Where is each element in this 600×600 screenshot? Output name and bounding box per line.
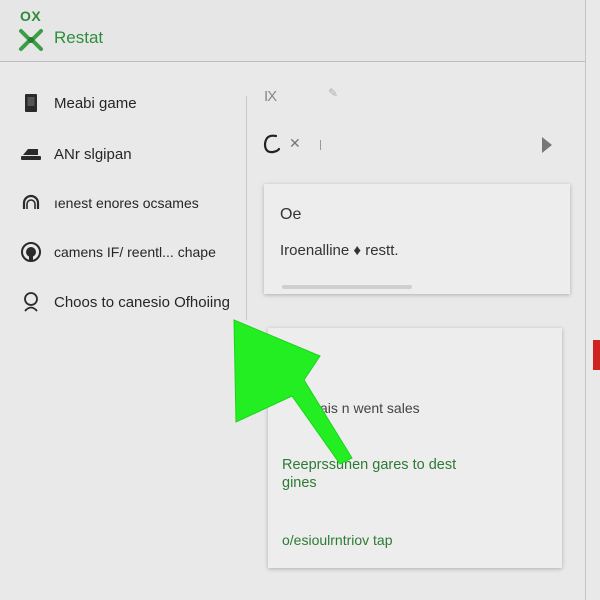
card-progress-bar	[282, 285, 412, 289]
toolbar-pin-icon: ✎	[328, 86, 339, 100]
card-title: Oe	[280, 206, 302, 223]
sidebar-item-label: Choos to canesio Ofhoiing	[54, 293, 230, 311]
sidebar-item-label: Meabi game	[54, 94, 137, 112]
sidebar-item-chape[interactable]: camens IF/ reentl... chape	[20, 237, 216, 267]
controller-icon	[20, 241, 42, 263]
sidebar-item-stores[interactable]: ıenest enores ocsames	[20, 188, 199, 218]
scroll-marker	[593, 340, 600, 370]
brand-abbreviation: OX	[20, 8, 42, 24]
user-icon	[20, 291, 42, 313]
card-link-tap[interactable]: o/esioulrntriov tap	[282, 532, 393, 548]
filter-row: ✕	[262, 132, 562, 158]
tag-icon[interactable]	[262, 132, 284, 156]
pointer-arrow-icon	[228, 318, 358, 468]
toolbar-close-icon[interactable]: IX	[264, 88, 277, 105]
tablet-icon	[20, 92, 42, 114]
sidebar-item-game[interactable]: Meabi game	[20, 88, 137, 118]
sidebar-item-label: ıenest enores ocsames	[54, 195, 199, 211]
app-header: OX Restat	[0, 0, 586, 62]
sidebar-item-signal[interactable]: ANr slgipan	[20, 139, 132, 169]
info-card[interactable]: Oe Iroenalline ♦ restt.	[264, 184, 570, 294]
card-text: Iroenalline ♦ restt.	[280, 242, 399, 259]
sidebar-item-label: ANr slgipan	[54, 145, 132, 163]
window-edge	[585, 0, 586, 600]
separator	[320, 140, 321, 150]
restart-logo-icon[interactable]	[18, 28, 44, 52]
headset-icon	[20, 192, 42, 214]
restart-title[interactable]: Restat	[54, 28, 103, 48]
play-icon[interactable]	[542, 137, 552, 153]
close-icon[interactable]: ✕	[289, 135, 301, 152]
sidebar-item-choose[interactable]: Choos to canesio Ofhoiing	[20, 287, 230, 317]
laptop-icon	[20, 143, 42, 165]
sidebar-item-label: camens IF/ reentl... chape	[54, 244, 216, 260]
sidebar-divider	[246, 96, 247, 320]
